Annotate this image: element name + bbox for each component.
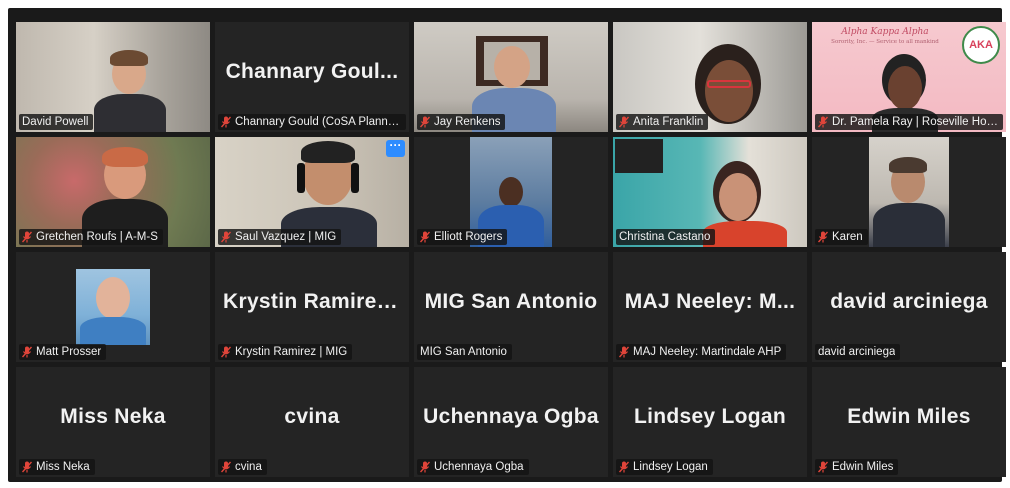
participant-name-label: Miss Neka xyxy=(19,459,95,475)
participant-name-label: Uchennaya Ogba xyxy=(417,459,529,475)
participant-tile-david-powell[interactable]: David Powell xyxy=(16,22,210,132)
participant-name: Miss Neka xyxy=(36,461,90,473)
participant-tile-maj-neeley[interactable]: MAJ Neeley: M... MAJ Neeley: Martindale … xyxy=(613,252,807,362)
meeting-gallery-window: David Powell Channary Goul... Channary G… xyxy=(8,8,1006,482)
participant-name-label: Matt Prosser xyxy=(19,344,107,360)
participant-name: cvina xyxy=(235,461,262,473)
participant-tile-cvina[interactable]: cvina cvina xyxy=(215,367,409,477)
participant-name: David Powell xyxy=(22,116,89,128)
mic-muted-icon xyxy=(619,346,629,358)
mic-muted-icon xyxy=(221,346,231,358)
participant-name: Edwin Miles xyxy=(832,461,894,473)
participant-name-label: Christina Castano xyxy=(616,229,716,245)
mic-muted-icon xyxy=(22,231,32,243)
participant-name: Karen xyxy=(832,231,863,243)
mic-muted-icon xyxy=(22,461,32,473)
mic-muted-icon xyxy=(221,231,231,243)
participant-name: Channary Gould (CoSA Plannin... xyxy=(235,116,401,128)
participant-tile-jay-renkens[interactable]: Jay Renkens xyxy=(414,22,608,132)
participant-tile-matt-prosser[interactable]: Matt Prosser xyxy=(16,252,210,362)
participant-name-label: Jay Renkens xyxy=(417,114,506,130)
gallery-grid: David Powell Channary Goul... Channary G… xyxy=(16,22,1006,477)
participant-name-label: Channary Gould (CoSA Plannin... xyxy=(218,114,406,130)
participant-name-label: Elliott Rogers xyxy=(417,229,508,245)
participant-name: MIG San Antonio xyxy=(420,346,507,358)
participant-display-name: cvina xyxy=(284,405,340,428)
participant-display-name: Krystin Ramirez... xyxy=(223,290,406,313)
mic-muted-icon xyxy=(818,231,828,243)
participant-name: Uchennaya Ogba xyxy=(434,461,524,473)
participant-tile-christina-castano[interactable]: Christina Castano xyxy=(613,137,807,247)
participant-display-name: Edwin Miles xyxy=(847,405,971,428)
mic-muted-icon xyxy=(221,461,231,473)
participant-display-name: Lindsey Logan xyxy=(633,405,787,428)
participant-name-label: Anita Franklin xyxy=(616,114,709,130)
more-options-button[interactable]: ··· xyxy=(386,139,405,157)
participant-tile-lindsey-logan[interactable]: Lindsey Logan Lindsey Logan xyxy=(613,367,807,477)
participant-name: Saul Vazquez | MIG xyxy=(235,231,337,243)
mic-muted-icon xyxy=(818,461,828,473)
participant-tile-mig-san-antonio[interactable]: MIG San Antonio MIG San Antonio xyxy=(414,252,608,362)
participant-name: Matt Prosser xyxy=(36,346,102,358)
participant-tile-edwin-miles[interactable]: Edwin Miles Edwin Miles xyxy=(812,367,1006,477)
participant-name-label: Karen xyxy=(815,229,868,245)
participant-display-name: Miss Neka xyxy=(60,405,166,428)
participant-name-label: Gretchen Roufs | A-M-S xyxy=(19,229,163,245)
participant-name: Lindsey Logan xyxy=(633,461,708,473)
participant-name: david arciniega xyxy=(818,346,896,358)
mic-muted-icon xyxy=(818,116,828,128)
participant-name-label: cvina xyxy=(218,459,267,475)
participant-name: Elliott Rogers xyxy=(434,231,503,243)
participant-tile-gretchen-roufs[interactable]: Gretchen Roufs | A-M-S xyxy=(16,137,210,247)
aka-logo: AKA xyxy=(962,26,1000,64)
participant-display-name: Channary Goul... xyxy=(225,60,399,83)
participant-tile-david-arciniega[interactable]: david arciniega david arciniega xyxy=(812,252,1006,362)
mic-muted-icon xyxy=(619,116,629,128)
participant-name: Gretchen Roufs | A-M-S xyxy=(36,231,158,243)
participant-tile-pamela-ray[interactable]: Alpha Kappa Alpha Sorority, Inc. — Servic… xyxy=(812,22,1006,132)
mic-muted-icon xyxy=(221,116,231,128)
participant-avatar xyxy=(76,269,150,345)
mic-muted-icon xyxy=(420,116,430,128)
mic-muted-icon xyxy=(420,461,430,473)
participant-name-label: Krystin Ramirez | MIG xyxy=(218,344,353,360)
participant-name: Jay Renkens xyxy=(434,116,501,128)
participant-tile-channary-gould[interactable]: Channary Goul... Channary Gould (CoSA Pl… xyxy=(215,22,409,132)
participant-display-name: MIG San Antonio xyxy=(424,290,598,313)
participant-name-label: David Powell xyxy=(19,114,94,130)
participant-video xyxy=(869,137,949,247)
participant-name: MAJ Neeley: Martindale AHP xyxy=(633,346,782,358)
participant-tile-karen[interactable]: Karen xyxy=(812,137,1006,247)
participant-display-name: MAJ Neeley: M... xyxy=(624,290,796,313)
participant-name: Dr. Pamela Ray | Roseville Hous... xyxy=(832,116,998,128)
participant-name-label: Lindsey Logan xyxy=(616,459,713,475)
participant-name-label: Saul Vazquez | MIG xyxy=(218,229,342,245)
participant-name: Anita Franklin xyxy=(633,116,704,128)
sorority-banner: Alpha Kappa Alpha Sorority, Inc. — Servic… xyxy=(831,27,939,45)
participant-tile-anita-franklin[interactable]: Anita Franklin xyxy=(613,22,807,132)
participant-tile-uchennaya-ogba[interactable]: Uchennaya Ogba Uchennaya Ogba xyxy=(414,367,608,477)
participant-tile-elliott-rogers[interactable]: Elliott Rogers xyxy=(414,137,608,247)
participant-name-label: MAJ Neeley: Martindale AHP xyxy=(616,344,787,360)
participant-tile-miss-neka[interactable]: Miss Neka Miss Neka xyxy=(16,367,210,477)
participant-display-name: Uchennaya Ogba xyxy=(423,405,599,428)
participant-name-label: david arciniega xyxy=(815,344,901,360)
participant-name-label: Edwin Miles xyxy=(815,459,899,475)
participant-tile-krystin-ramirez[interactable]: Krystin Ramirez... Krystin Ramirez | MIG xyxy=(215,252,409,362)
participant-display-name: david arciniega xyxy=(830,290,988,313)
mic-muted-icon xyxy=(619,461,629,473)
participant-tile-saul-vazquez[interactable]: ··· Saul Vazquez | MIG xyxy=(215,137,409,247)
participant-name-label: Dr. Pamela Ray | Roseville Hous... xyxy=(815,114,1003,130)
mic-muted-icon xyxy=(420,231,430,243)
participant-name: Krystin Ramirez | MIG xyxy=(235,346,348,358)
mic-muted-icon xyxy=(22,346,32,358)
participant-name: Christina Castano xyxy=(619,231,711,243)
participant-name-label: MIG San Antonio xyxy=(417,344,512,360)
